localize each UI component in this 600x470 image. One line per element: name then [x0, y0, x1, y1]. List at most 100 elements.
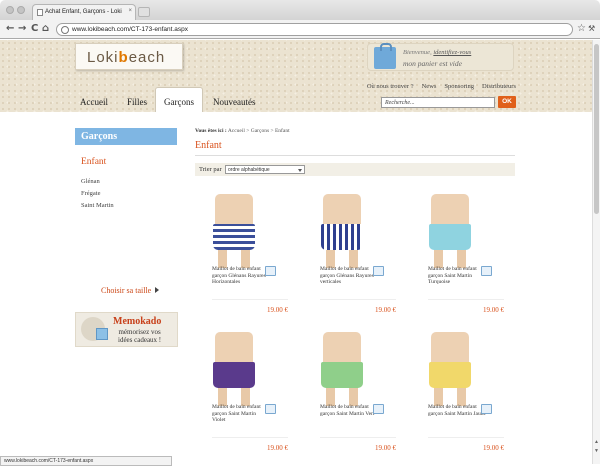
gift-list-icon[interactable]: [373, 404, 384, 414]
gift-list-icon[interactable]: [265, 404, 276, 414]
product-name[interactable]: Maillot de bain enfant garçon Glénans Ra…: [320, 266, 378, 286]
cart-welcome-text: Bienvenue,: [403, 49, 434, 56]
gift-icon: [96, 328, 108, 340]
product-name[interactable]: Maillot de bain enfant garçon Saint Mart…: [428, 404, 486, 417]
page-viewport: Lokibeach Bienvenue, identifiez-vous mon…: [0, 40, 592, 456]
breadcrumb-path[interactable]: Accueil > Garçons > Enfant: [228, 128, 290, 134]
link-distributeurs[interactable]: Distributeurs: [482, 83, 516, 90]
sort-select[interactable]: ordre alphabétique: [225, 165, 305, 174]
product-name[interactable]: Maillot de bain enfant garçon Saint Mart…: [428, 266, 486, 286]
gift-list-icon[interactable]: [265, 266, 276, 276]
scrollbar-thumb[interactable]: [594, 44, 599, 214]
vertical-scrollbar[interactable]: ▲ ▼: [592, 40, 600, 464]
product-card[interactable]: Maillot de bain enfant garçon Saint Mart…: [199, 332, 303, 456]
gift-list-icon[interactable]: [481, 404, 492, 414]
memokado-line2: idées cadeaux !: [118, 336, 162, 344]
product-photo[interactable]: [203, 332, 265, 410]
swim-shorts-image: [429, 224, 471, 250]
product-card[interactable]: Maillot de bain enfant garçon Saint Mart…: [307, 332, 411, 456]
product-model-leg: [241, 248, 250, 268]
link-sponsoring[interactable]: Sponsoring: [444, 83, 474, 90]
minimize-window-button[interactable]: [17, 6, 25, 14]
breadcrumb: Vous êtes ici : Accueil > Garçons > Enfa…: [195, 128, 290, 134]
nav-filles[interactable]: Filles: [127, 97, 147, 107]
product-model-torso: [215, 194, 253, 224]
nav-garcons[interactable]: Garçons: [155, 87, 203, 112]
search-input[interactable]: Recherche...: [381, 97, 495, 108]
product-photo[interactable]: [419, 194, 481, 272]
back-arrow-icon[interactable]: ←: [6, 23, 14, 35]
browser-tab[interactable]: Achat Enfant, Garçons - Loki ×: [32, 4, 136, 20]
divider: [195, 155, 515, 156]
page-title: Enfant: [195, 140, 222, 151]
product-card[interactable]: Maillot de bain enfant garçon Saint Mart…: [415, 332, 519, 456]
gift-list-icon[interactable]: [373, 266, 384, 276]
arrow-right-icon: [155, 287, 160, 293]
top-links: Où nous trouver ? News Sponsoring Distribut…: [359, 83, 516, 90]
product-name[interactable]: Maillot de bain enfant garçon Saint Mart…: [320, 404, 378, 417]
sidebar-link-saint-martin[interactable]: Saint Martin: [81, 202, 114, 209]
link-news[interactable]: News: [422, 83, 437, 90]
bookmark-star-icon[interactable]: ☆: [577, 23, 586, 35]
sidebar-title: Garçons: [75, 128, 177, 145]
address-bar[interactable]: www.lokibeach.com/CT-173-enfant.aspx: [56, 23, 573, 36]
product-divider: [212, 299, 288, 300]
product-price: 19.00 €: [483, 444, 504, 452]
product-card[interactable]: Maillot de bain enfant garçon Glénans Ra…: [199, 194, 303, 330]
product-model-leg: [434, 386, 443, 406]
memokado-banner[interactable]: Memokado mémorisez vos idées cadeaux !: [75, 312, 178, 347]
product-model-torso: [323, 194, 361, 224]
product-divider: [428, 437, 504, 438]
sidebar-link-fregate[interactable]: Frégate: [81, 190, 101, 197]
sidebar-category[interactable]: Enfant: [81, 157, 106, 167]
new-tab-button[interactable]: [138, 7, 150, 17]
swim-shorts-image: [321, 224, 363, 250]
forward-arrow-icon[interactable]: →: [18, 23, 26, 35]
gift-list-icon[interactable]: [481, 266, 492, 276]
shopping-bag-icon: [374, 43, 396, 69]
nav-accueil[interactable]: Accueil: [80, 97, 108, 107]
login-link[interactable]: identifiez-vous: [433, 49, 471, 56]
size-guide-link[interactable]: Choisir sa taille: [101, 286, 160, 295]
product-model-leg: [349, 248, 358, 268]
product-card[interactable]: Maillot de bain enfant garçon Saint Mart…: [415, 194, 519, 330]
tab-title: Achat Enfant, Garçons - Loki: [45, 9, 122, 15]
close-window-button[interactable]: [6, 6, 14, 14]
cart-status: mon panier est vide: [403, 59, 462, 68]
product-divider: [428, 299, 504, 300]
product-model-leg: [434, 248, 443, 268]
globe-icon: [61, 26, 69, 34]
cart-welcome: Bienvenue, identifiez-vous: [403, 49, 471, 56]
nav-nouveautes[interactable]: Nouveautés: [213, 97, 256, 107]
home-icon[interactable]: ⌂: [42, 23, 49, 35]
logo-text-b: b: [118, 49, 129, 66]
product-model-leg: [457, 386, 466, 406]
address-text: www.lokibeach.com/CT-173-enfant.aspx: [72, 26, 188, 33]
product-model-leg: [241, 386, 250, 406]
scroll-up-icon[interactable]: ▲: [594, 440, 599, 445]
product-model-torso: [323, 332, 361, 362]
search-button[interactable]: OK: [498, 96, 516, 108]
reload-icon[interactable]: C: [31, 23, 38, 35]
cart-box[interactable]: Bienvenue, identifiez-vous mon panier es…: [367, 43, 514, 71]
link-ou-nous-trouver[interactable]: Où nous trouver ?: [367, 83, 414, 90]
product-model-leg: [218, 248, 227, 268]
size-guide-text: Choisir sa taille: [101, 286, 152, 295]
product-divider: [212, 437, 288, 438]
site-logo[interactable]: Lokibeach: [75, 43, 183, 70]
product-price: 19.00 €: [267, 444, 288, 452]
tab-close-icon[interactable]: ×: [128, 8, 132, 14]
product-name[interactable]: Maillot de bain enfant garçon Saint Mart…: [212, 404, 270, 424]
product-photo[interactable]: [311, 194, 373, 272]
sidebar-link-glenan[interactable]: Glénan: [81, 178, 100, 185]
logo-text-c: each: [128, 49, 166, 66]
product-photo[interactable]: [203, 194, 265, 272]
wrench-menu-icon[interactable]: ⚒: [588, 23, 595, 35]
product-card[interactable]: Maillot de bain enfant garçon Glénans Ra…: [307, 194, 411, 330]
product-photo[interactable]: [419, 332, 481, 410]
product-name[interactable]: Maillot de bain enfant garçon Glénans Ra…: [212, 266, 270, 286]
scroll-down-icon[interactable]: ▼: [594, 449, 599, 454]
product-photo[interactable]: [311, 332, 373, 410]
memokado-title: Memokado: [113, 316, 162, 327]
sort-label: Trier par: [199, 166, 222, 173]
